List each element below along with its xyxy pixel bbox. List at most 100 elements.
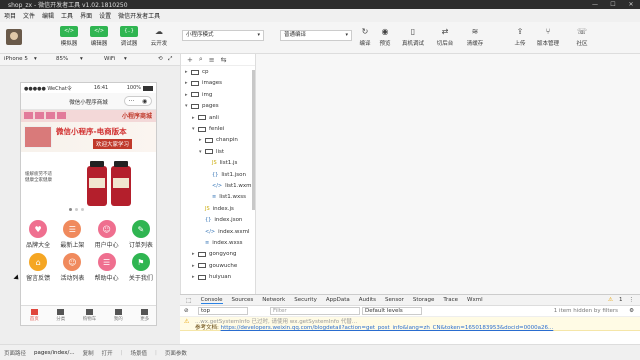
upload-button[interactable]: ⇪ 上传	[511, 26, 529, 47]
page-path-value[interactable]: pages/index/...	[34, 350, 75, 356]
compile-mode-select[interactable]: 普通编译 ▾	[280, 30, 352, 41]
category-item[interactable]: ⚑ 关于我们	[124, 253, 156, 282]
menu-icon[interactable]: ≡	[209, 56, 215, 64]
clear-cache-button[interactable]: ≋ 清缓存	[466, 26, 484, 47]
folder-item[interactable]: ▸ anli	[192, 113, 219, 123]
version-button[interactable]: ⑂ 版本管理	[537, 26, 559, 47]
close-circle-icon[interactable]: ◉	[142, 98, 147, 105]
file-tree-scrollbar[interactable]	[252, 70, 255, 210]
tab-appdata[interactable]: AppData	[326, 297, 350, 303]
capsule-menu[interactable]: ··· ◉	[124, 96, 152, 106]
folder-item[interactable]: ▸ chanpin	[199, 135, 238, 145]
page-params-link[interactable]: 页面参数	[165, 349, 187, 357]
category-item[interactable]: ⌂ 留言反馈	[21, 253, 55, 282]
avatar[interactable]	[6, 29, 22, 45]
log-levels-select[interactable]: Default levels	[362, 307, 422, 315]
scene-value-link[interactable]: 场景值	[131, 349, 148, 357]
settings-gear-icon[interactable]: ⚙	[629, 308, 634, 314]
clear-console-icon[interactable]: ⊘	[184, 308, 189, 314]
log-doc-link[interactable]: https://developers.weixin.qq.com/blogdet…	[221, 325, 554, 331]
tab-category[interactable]: 分类	[56, 309, 65, 322]
add-icon[interactable]: +	[187, 56, 193, 64]
tab-security[interactable]: Security	[294, 297, 317, 303]
cloud-dev-label: 云开发	[150, 41, 168, 47]
cloud-dev-button[interactable]: ☁ 云开发	[150, 26, 168, 47]
category-item[interactable]: ☺ 活动列表	[55, 253, 89, 282]
category-item[interactable]: ☰ 帮助中心	[90, 253, 124, 282]
maximize-button[interactable]: ☐	[604, 1, 622, 8]
category-item[interactable]: ☰ 最新上架	[55, 220, 89, 249]
folder-item[interactable]: ▸ gouwuche	[192, 261, 237, 271]
menu-file[interactable]: 文件	[23, 11, 35, 20]
tab-cart[interactable]: 购物车	[83, 309, 96, 322]
file-item[interactable]: JS list1.js	[206, 158, 237, 168]
editor-area[interactable]	[256, 54, 640, 294]
top-banner[interactable]: 小程序商城	[21, 110, 156, 122]
tab-storage[interactable]: Storage	[413, 297, 435, 303]
category-item[interactable]: ♥ 品牌大全	[21, 220, 55, 249]
more-icon[interactable]: ···	[129, 98, 135, 105]
fullscreen-icon[interactable]: ⤢	[168, 56, 172, 63]
tab-more[interactable]: 更多	[140, 309, 149, 322]
copy-link[interactable]: 复制	[83, 349, 94, 357]
file-item[interactable]: {} index.json	[199, 215, 242, 225]
folder-item[interactable]: ▸ huiyuan	[192, 272, 231, 282]
editor-button[interactable]: </> 编辑器	[90, 26, 108, 47]
community-button[interactable]: ☏ 社区	[573, 26, 591, 47]
folder-item[interactable]: ▸ cp	[185, 67, 209, 77]
menu-tools[interactable]: 工具	[61, 11, 73, 20]
file-item[interactable]: ≡ list1.wxss	[206, 192, 246, 202]
promo-banner[interactable]: 微信小程序-电商版本 欢迎大家学习	[21, 122, 156, 152]
tab-network[interactable]: Network	[262, 297, 285, 303]
tab-mine[interactable]: 我的	[114, 309, 123, 322]
simulator-button[interactable]: </> 模拟器	[60, 26, 78, 47]
background-button[interactable]: ⇄ 切后台	[436, 26, 454, 47]
preview-button[interactable]: ◉ 预览	[376, 26, 394, 47]
file-item[interactable]: {} list1.json	[206, 170, 246, 180]
tab-home[interactable]: 首页	[30, 309, 39, 322]
tab-trace[interactable]: Trace	[443, 297, 458, 303]
close-button[interactable]: ✕	[622, 1, 640, 8]
phone-simulator[interactable]: ●●●●● WeChat令 16:41 100% 微信小程序商城 ··· ◉ 小…	[20, 82, 157, 326]
menu-project[interactable]: 项目	[4, 11, 16, 20]
category-item[interactable]: ✎ 订单列表	[124, 220, 156, 249]
remote-debug-button[interactable]: ▯ 真机调试	[402, 26, 424, 47]
search-icon[interactable]: ⌕	[199, 55, 203, 64]
network-select[interactable]: WiFi	[104, 56, 115, 62]
more-vert-icon[interactable]: ⋮	[629, 297, 635, 303]
mode-select[interactable]: 小程序模式 ▾	[182, 30, 264, 41]
tab-console[interactable]: Console	[200, 297, 223, 304]
device-select[interactable]: iPhone 5	[4, 56, 28, 62]
rotate-icon[interactable]: ⟲	[158, 56, 163, 62]
file-item[interactable]: ≡ index.wxss	[199, 238, 242, 248]
menu-settings[interactable]: 设置	[99, 11, 111, 20]
minimize-button[interactable]: —	[586, 1, 604, 8]
menu-edit[interactable]: 编辑	[42, 11, 54, 20]
tab-wxml[interactable]: Wxml	[467, 297, 483, 303]
file-item[interactable]: </> index.wxml	[199, 227, 250, 237]
product-carousel[interactable]: 缓解疲劳不适 健康全家健康	[21, 152, 156, 214]
folder-item[interactable]: ▸ img	[185, 90, 212, 100]
inspect-icon[interactable]: ⬚	[186, 297, 192, 304]
category-item[interactable]: ☺ 用户中心	[90, 220, 124, 249]
tab-audits[interactable]: Audits	[359, 297, 376, 303]
promo-button[interactable]: 欢迎大家学习	[93, 139, 133, 149]
folder-item[interactable]: ▾ list	[199, 147, 224, 157]
collapse-icon[interactable]: ⇆	[221, 56, 227, 64]
context-select[interactable]: top	[198, 307, 248, 315]
compile-button[interactable]: ↻ 编译	[356, 26, 374, 47]
debugger-button[interactable]: {..} 调试器	[120, 26, 138, 47]
folder-item[interactable]: ▸ images	[185, 78, 222, 88]
open-link[interactable]: 打开	[102, 349, 113, 357]
menu-wechat-devtools[interactable]: 微信开发者工具	[118, 11, 160, 20]
folder-item[interactable]: ▾ fenlei	[192, 124, 224, 134]
file-item[interactable]: </> list1.wxml	[206, 181, 253, 191]
file-item[interactable]: JS index.js	[199, 204, 234, 214]
folder-item[interactable]: ▸ gongyong	[192, 249, 236, 259]
menu-view[interactable]: 界面	[80, 11, 92, 20]
tab-sensor[interactable]: Sensor	[385, 297, 404, 303]
zoom-select[interactable]: 85%	[56, 56, 68, 62]
tab-sources[interactable]: Sources	[232, 297, 254, 303]
console-filter-input[interactable]: Filter	[270, 307, 360, 315]
folder-item[interactable]: ▾ pages	[185, 101, 219, 111]
